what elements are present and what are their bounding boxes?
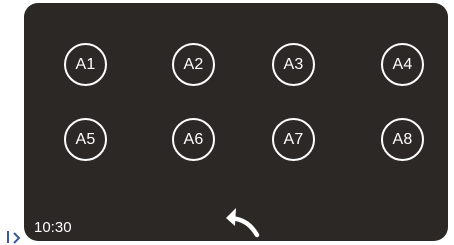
- button-a5[interactable]: A5: [64, 118, 107, 161]
- button-a8[interactable]: A8: [381, 118, 424, 161]
- clock-time: 10:30: [34, 219, 72, 236]
- button-a3[interactable]: A3: [272, 43, 315, 86]
- button-a6[interactable]: A6: [172, 118, 215, 161]
- button-a1[interactable]: A1: [64, 43, 107, 86]
- button-a2[interactable]: A2: [172, 43, 215, 86]
- control-panel: A1 A2 A3 A4 A5 A6 A7 A8 10:30: [24, 3, 448, 241]
- button-a4[interactable]: A4: [381, 43, 424, 86]
- button-a7[interactable]: A7: [272, 118, 315, 161]
- back-arrow-icon[interactable]: [220, 199, 262, 239]
- partial-edge-icon: [7, 231, 21, 244]
